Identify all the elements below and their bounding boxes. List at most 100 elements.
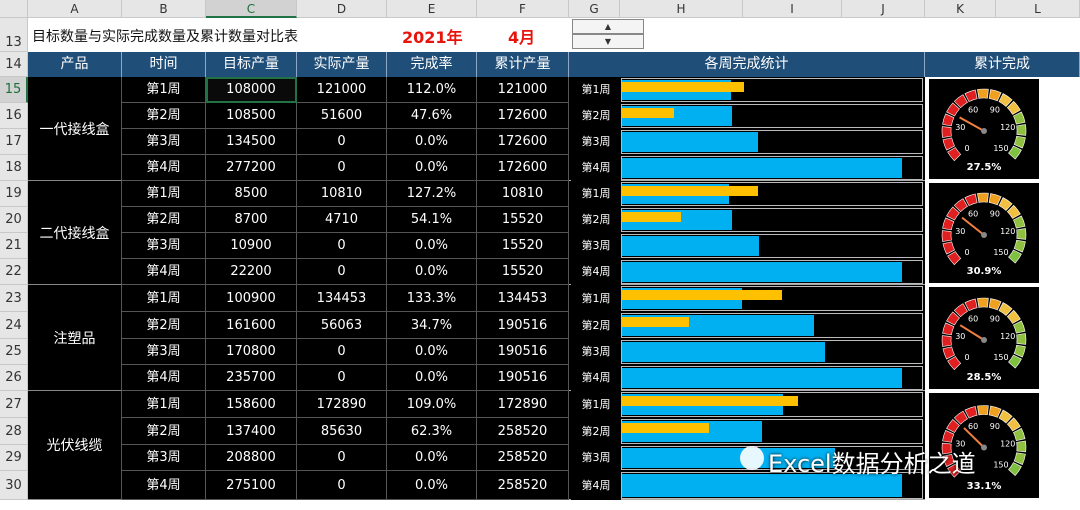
cell-week[interactable]: 第1周 xyxy=(122,181,206,207)
column-header-L[interactable]: L xyxy=(996,0,1080,18)
cell-actual[interactable]: 0 xyxy=(297,365,387,391)
cell-actual[interactable]: 10810 xyxy=(297,181,387,207)
row-header-30[interactable]: 30 xyxy=(0,471,28,500)
row-header-21[interactable]: 21 xyxy=(0,233,28,259)
cell-actual[interactable]: 172890 xyxy=(297,391,387,418)
cell-target[interactable]: 10900 xyxy=(206,233,297,259)
spinner-up-button[interactable]: ▲ xyxy=(572,19,644,34)
cell-actual[interactable]: 0 xyxy=(297,471,387,500)
cell-cum[interactable]: 15520 xyxy=(477,233,569,259)
cell-cum[interactable]: 10810 xyxy=(477,181,569,207)
row-header-20[interactable]: 20 xyxy=(0,207,28,233)
cell-rate[interactable]: 133.3% xyxy=(387,285,477,312)
cell-cum[interactable]: 121000 xyxy=(477,77,569,103)
month-value[interactable]: 4月 xyxy=(508,24,535,48)
row-header-29[interactable]: 29 xyxy=(0,445,28,471)
cell-cum[interactable]: 190516 xyxy=(477,312,569,339)
cell-week[interactable]: 第3周 xyxy=(122,339,206,365)
cell-cum[interactable]: 172600 xyxy=(477,103,569,129)
corner-cell[interactable] xyxy=(0,0,28,18)
cell-target[interactable]: 8700 xyxy=(206,207,297,233)
column-header-G[interactable]: G xyxy=(569,0,620,18)
cell-actual[interactable]: 134453 xyxy=(297,285,387,312)
row-header-24[interactable]: 24 xyxy=(0,312,28,339)
cell-actual[interactable]: 0 xyxy=(297,233,387,259)
cell-cum[interactable]: 258520 xyxy=(477,445,569,471)
cell-week[interactable]: 第2周 xyxy=(122,103,206,129)
column-header-A[interactable]: A xyxy=(28,0,122,18)
row-header-17[interactable]: 17 xyxy=(0,129,28,155)
cell-target[interactable]: 108000 xyxy=(206,77,297,103)
year-value[interactable]: 2021年 xyxy=(402,24,463,48)
row-header-25[interactable]: 25 xyxy=(0,339,28,365)
cell-target[interactable]: 108500 xyxy=(206,103,297,129)
cell-cum[interactable]: 190516 xyxy=(477,365,569,391)
cell-rate[interactable]: 127.2% xyxy=(387,181,477,207)
cell-cum[interactable]: 15520 xyxy=(477,207,569,233)
cell-target[interactable]: 170800 xyxy=(206,339,297,365)
cell-cum[interactable]: 172600 xyxy=(477,155,569,181)
cell-rate[interactable]: 109.0% xyxy=(387,391,477,418)
cell-week[interactable]: 第3周 xyxy=(122,129,206,155)
row-header-22[interactable]: 22 xyxy=(0,259,28,285)
cell-week[interactable]: 第1周 xyxy=(122,77,206,103)
cell-actual[interactable]: 0 xyxy=(297,129,387,155)
cell-actual[interactable]: 0 xyxy=(297,339,387,365)
cell-week[interactable]: 第2周 xyxy=(122,312,206,339)
cell-cum[interactable]: 134453 xyxy=(477,285,569,312)
cell-week[interactable]: 第1周 xyxy=(122,391,206,418)
cell-target[interactable]: 137400 xyxy=(206,418,297,445)
cell-actual[interactable]: 121000 xyxy=(297,77,387,103)
cell-target[interactable]: 277200 xyxy=(206,155,297,181)
cell-target[interactable]: 161600 xyxy=(206,312,297,339)
row-header-28[interactable]: 28 xyxy=(0,418,28,445)
cell-rate[interactable]: 62.3% xyxy=(387,418,477,445)
column-header-E[interactable]: E xyxy=(387,0,477,18)
cell-rate[interactable]: 0.0% xyxy=(387,259,477,285)
cell-actual[interactable]: 85630 xyxy=(297,418,387,445)
cell-week[interactable]: 第1周 xyxy=(122,285,206,312)
cell-week[interactable]: 第3周 xyxy=(122,233,206,259)
column-header-B[interactable]: B xyxy=(122,0,206,18)
cell-rate[interactable]: 34.7% xyxy=(387,312,477,339)
column-header-H[interactable]: H xyxy=(620,0,743,18)
cell-rate[interactable]: 0.0% xyxy=(387,365,477,391)
cell-week[interactable]: 第4周 xyxy=(122,155,206,181)
cell-actual[interactable]: 0 xyxy=(297,259,387,285)
row-header-13[interactable]: 13 xyxy=(0,18,28,52)
row-header-27[interactable]: 27 xyxy=(0,391,28,418)
cell-cum[interactable]: 15520 xyxy=(477,259,569,285)
column-header-I[interactable]: I xyxy=(743,0,842,18)
cell-target[interactable]: 158600 xyxy=(206,391,297,418)
cell-target[interactable]: 235700 xyxy=(206,365,297,391)
cell-rate[interactable]: 0.0% xyxy=(387,155,477,181)
cell-week[interactable]: 第2周 xyxy=(122,418,206,445)
cell-week[interactable]: 第3周 xyxy=(122,445,206,471)
cell-cum[interactable]: 172890 xyxy=(477,391,569,418)
cell-actual[interactable]: 56063 xyxy=(297,312,387,339)
row-header-26[interactable]: 26 xyxy=(0,365,28,391)
cell-rate[interactable]: 54.1% xyxy=(387,207,477,233)
cell-rate[interactable]: 0.0% xyxy=(387,445,477,471)
cell-target[interactable]: 8500 xyxy=(206,181,297,207)
cell-target[interactable]: 275100 xyxy=(206,471,297,500)
cell-rate[interactable]: 0.0% xyxy=(387,339,477,365)
cell-rate[interactable]: 112.0% xyxy=(387,77,477,103)
row-header-15[interactable]: 15 xyxy=(0,77,28,103)
cell-target[interactable]: 22200 xyxy=(206,259,297,285)
column-header-J[interactable]: J xyxy=(842,0,925,18)
row-header-16[interactable]: 16 xyxy=(0,103,28,129)
column-header-K[interactable]: K xyxy=(925,0,996,18)
cell-rate[interactable]: 0.0% xyxy=(387,129,477,155)
cell-actual[interactable]: 0 xyxy=(297,155,387,181)
cell-week[interactable]: 第4周 xyxy=(122,365,206,391)
cell-rate[interactable]: 0.0% xyxy=(387,471,477,500)
cell-actual[interactable]: 51600 xyxy=(297,103,387,129)
cell-actual[interactable]: 0 xyxy=(297,445,387,471)
cell-cum[interactable]: 172600 xyxy=(477,129,569,155)
cell-target[interactable]: 208800 xyxy=(206,445,297,471)
column-header-F[interactable]: F xyxy=(477,0,569,18)
cell-actual[interactable]: 4710 xyxy=(297,207,387,233)
row-header-23[interactable]: 23 xyxy=(0,285,28,312)
column-header-C[interactable]: C xyxy=(206,0,297,18)
